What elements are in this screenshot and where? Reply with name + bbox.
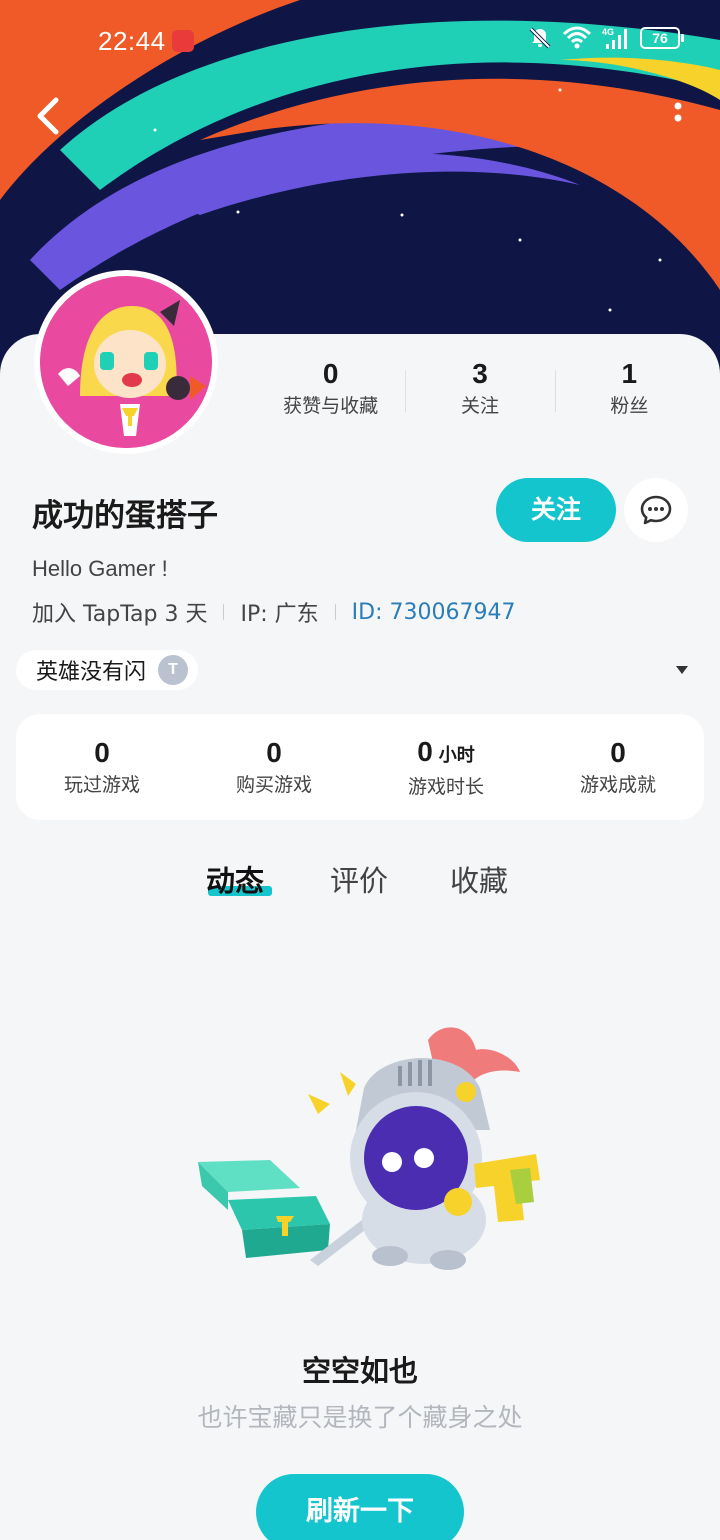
gstat-number: 0 xyxy=(610,737,626,768)
status-time: 22:44 xyxy=(98,26,166,56)
gstat-purchased[interactable]: 0 购买游戏 xyxy=(188,735,360,799)
stat-fans[interactable]: 1 粉丝 xyxy=(554,356,704,426)
user-id[interactable]: ID: 730067947 xyxy=(352,600,516,625)
signal-icon: 4G xyxy=(602,27,627,49)
stat-value: 0 xyxy=(322,358,339,389)
gstat-value: 0 xyxy=(532,735,704,771)
back-button[interactable] xyxy=(26,92,74,140)
empty-state-illustration xyxy=(180,1010,560,1290)
svg-text:4G: 4G xyxy=(602,27,614,37)
stat-label: 关注 xyxy=(460,395,499,417)
stat-value: 1 xyxy=(621,358,638,389)
status-icons: 4G 76 xyxy=(528,26,684,50)
content-tabs: 动态 评价 收藏 xyxy=(0,858,720,908)
gstat-achievements[interactable]: 0 游戏成就 xyxy=(532,735,704,799)
tag-label: 英雄没有闪 xyxy=(36,660,147,685)
username: 成功的蛋搭子 xyxy=(32,498,218,534)
gstat-number: 0 xyxy=(94,737,110,768)
refresh-button[interactable]: 刷新一下 xyxy=(256,1474,464,1540)
gstat-playtime[interactable]: 0 小时 游戏时长 xyxy=(360,734,532,801)
bell-muted-icon xyxy=(529,27,551,49)
stat-following[interactable]: 3 关注 xyxy=(405,356,554,426)
profile-bio: Hello Gamer ! xyxy=(32,556,168,581)
more-vertical-icon xyxy=(674,102,682,122)
gstat-label: 游戏时长 xyxy=(407,775,484,798)
gstat-label: 玩过游戏 xyxy=(63,774,140,796)
gstat-unit: 小时 xyxy=(438,744,475,765)
message-button[interactable] xyxy=(624,478,688,542)
avatar[interactable] xyxy=(34,270,218,454)
huawei-app-icon xyxy=(172,30,194,52)
tab-posts[interactable]: 动态 xyxy=(206,858,264,900)
empty-state-title: 空空如也 xyxy=(301,1354,418,1388)
game-stats-card: 0 玩过游戏 0 购买游戏 0 小时 游戏时长 0 游戏成就 xyxy=(16,714,704,820)
back-arrow-icon xyxy=(37,97,59,135)
achievement-tag[interactable]: 英雄没有闪 T xyxy=(16,650,199,690)
empty-state-subtitle: 也许宝藏只是换了个藏身之处 xyxy=(197,1403,523,1432)
wifi-icon xyxy=(562,26,592,49)
gstat-value: 0 小时 xyxy=(360,734,532,773)
battery-icon: 76 xyxy=(640,27,684,49)
join-info: 加入 TapTap 3 天 xyxy=(32,602,208,627)
status-bar: 22:44 4G 76 xyxy=(0,0,720,84)
profile-meta: 加入 TapTap 3 天 IP: 广东 ID: 730067947 xyxy=(32,596,515,628)
tab-reviews[interactable]: 评价 xyxy=(330,858,388,900)
gstat-number: 0 xyxy=(417,735,433,767)
gstat-label: 游戏成就 xyxy=(579,774,656,796)
follow-button[interactable]: 关注 xyxy=(496,478,616,542)
chevron-down-icon[interactable] xyxy=(676,666,688,674)
chat-bubble-icon xyxy=(640,495,672,525)
avatar-illustration xyxy=(40,276,212,448)
gstat-number: 0 xyxy=(266,737,282,768)
stat-label: 获赞与收藏 xyxy=(283,395,379,417)
meta-divider xyxy=(223,604,225,620)
stat-likes[interactable]: 0 获赞与收藏 xyxy=(256,356,405,426)
stat-label: 粉丝 xyxy=(610,395,649,417)
avatar-image xyxy=(40,276,212,448)
more-options-button[interactable] xyxy=(666,96,690,136)
stat-value: 3 xyxy=(472,358,488,389)
ip-location: IP: 广东 xyxy=(240,602,319,627)
gstat-label: 购买游戏 xyxy=(235,774,312,796)
follow-stats: 0 获赞与收藏 3 关注 1 粉丝 xyxy=(256,356,704,426)
gstat-played[interactable]: 0 玩过游戏 xyxy=(16,735,188,799)
tab-favorites[interactable]: 收藏 xyxy=(450,858,508,900)
knight-treasure-illustration xyxy=(198,1027,540,1270)
gstat-value: 0 xyxy=(16,735,188,771)
meta-divider xyxy=(334,604,336,620)
gstat-value: 0 xyxy=(188,735,360,771)
tap-level-badge-icon: T xyxy=(158,655,189,685)
